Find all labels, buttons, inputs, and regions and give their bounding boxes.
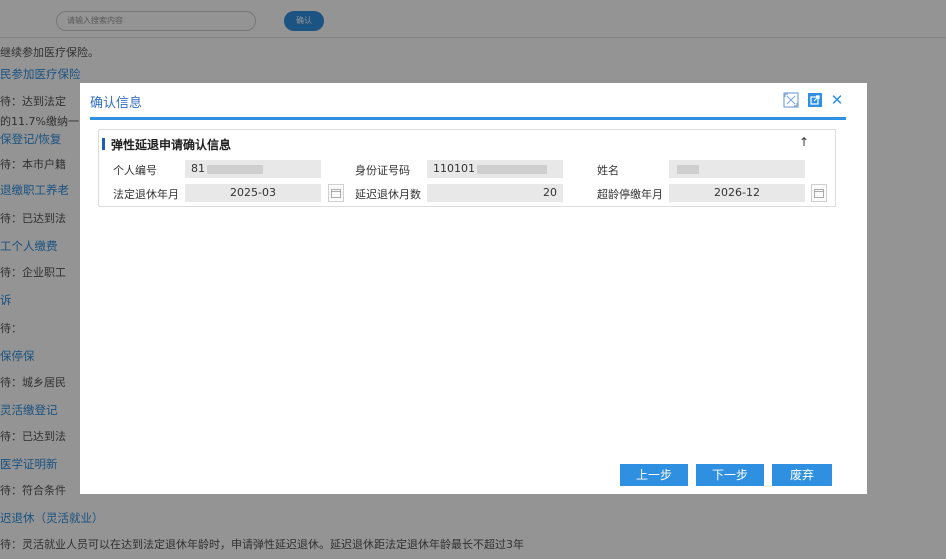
redacted-mask	[477, 164, 547, 174]
personal-id-field[interactable]: 81	[185, 160, 321, 178]
over-age-stop-label: 超龄停缴年月	[597, 188, 663, 201]
delay-months-label: 延迟退休月数	[355, 188, 421, 201]
dialog-header: 确认信息 ✕	[80, 83, 867, 120]
dialog-title: 确认信息	[90, 96, 143, 111]
retire-date-label: 法定退休年月	[113, 188, 179, 201]
over-age-stop-field[interactable]: 2026-12	[669, 184, 805, 202]
confirm-dialog: 确认信息 ✕ 弹性延退申请确认信息 ↑ 个人编号 81 身份证号码 110101…	[80, 83, 867, 494]
id-card-label: 身份证号码	[355, 164, 410, 177]
retire-date-field[interactable]: 2025-03	[185, 184, 321, 202]
id-card-value: 110101	[433, 162, 475, 175]
close-icon[interactable]: ✕	[828, 91, 846, 109]
panel-title-marker	[102, 138, 105, 150]
id-card-field[interactable]: 110101	[427, 160, 563, 178]
fullscreen-icon[interactable]	[782, 91, 800, 109]
delay-months-field[interactable]: 20	[427, 184, 563, 202]
collapse-arrow-icon[interactable]: ↑	[799, 135, 809, 149]
panel-title: 弹性延退申请确认信息	[111, 138, 232, 152]
redacted-mask	[207, 164, 263, 174]
next-step-button[interactable]: 下一步	[696, 464, 764, 486]
discard-button[interactable]: 废弃	[772, 464, 832, 486]
calendar-icon[interactable]	[811, 184, 827, 202]
personal-id-value: 81	[191, 162, 205, 175]
dialog-header-divider	[90, 117, 846, 120]
name-field[interactable]	[669, 160, 805, 178]
name-label: 姓名	[597, 164, 619, 177]
prev-step-button[interactable]: 上一步	[620, 464, 688, 486]
personal-id-label: 个人编号	[113, 164, 157, 177]
confirm-info-panel: 弹性延退申请确认信息 ↑ 个人编号 81 身份证号码 110101 姓名 法定退…	[98, 129, 836, 207]
popout-icon[interactable]	[806, 91, 824, 109]
calendar-icon[interactable]	[328, 184, 344, 202]
redacted-mask	[677, 164, 699, 174]
